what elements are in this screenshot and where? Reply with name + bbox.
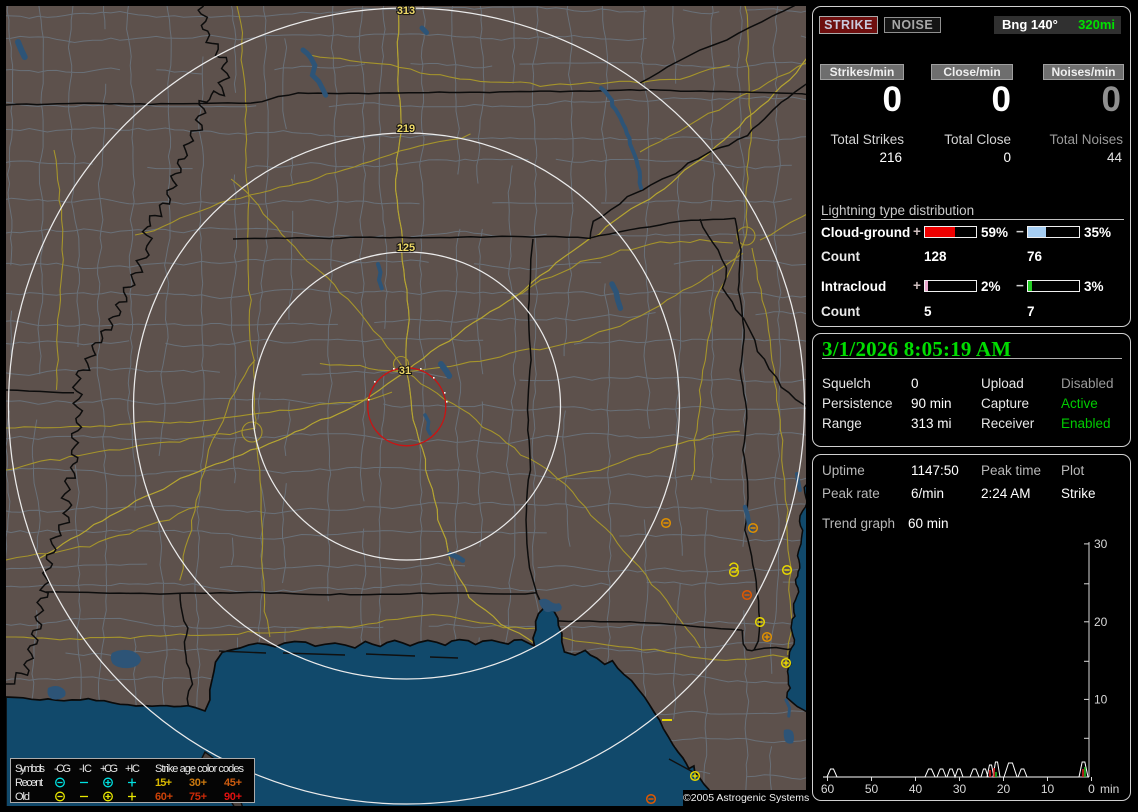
svg-text:50: 50 [865, 782, 879, 796]
svg-text:20: 20 [997, 782, 1011, 796]
svg-text:31: 31 [399, 365, 411, 377]
svg-text:30+: 30+ [189, 777, 207, 789]
svg-text:min: min [1100, 782, 1119, 796]
svg-text:60: 60 [821, 782, 835, 796]
svg-text:30: 30 [953, 782, 967, 796]
svg-text:Old: Old [15, 791, 30, 802]
svg-text:75+: 75+ [189, 791, 207, 802]
svg-text:-CG: -CG [54, 763, 71, 775]
svg-text:45+: 45+ [224, 777, 242, 789]
svg-text:60+: 60+ [155, 791, 173, 802]
svg-text:20: 20 [1094, 615, 1108, 629]
svg-text:10: 10 [1041, 782, 1055, 796]
svg-text:Symbols: Symbols [15, 763, 46, 775]
svg-text:+IC: +IC [125, 763, 140, 775]
svg-text:Strike age color codes: Strike age color codes [155, 763, 245, 775]
svg-text:+CG: +CG [100, 763, 118, 775]
svg-text:-IC: -IC [79, 763, 92, 775]
svg-text:0: 0 [1088, 782, 1095, 796]
svg-text:40: 40 [909, 782, 923, 796]
svg-text:15+: 15+ [155, 777, 172, 789]
svg-text:125: 125 [397, 242, 415, 254]
svg-text:90+: 90+ [224, 791, 242, 802]
svg-text:Recent: Recent [15, 777, 43, 789]
svg-text:313: 313 [397, 6, 415, 17]
svg-text:219: 219 [397, 123, 415, 135]
svg-text:30: 30 [1094, 538, 1108, 551]
svg-text:10: 10 [1094, 692, 1108, 706]
